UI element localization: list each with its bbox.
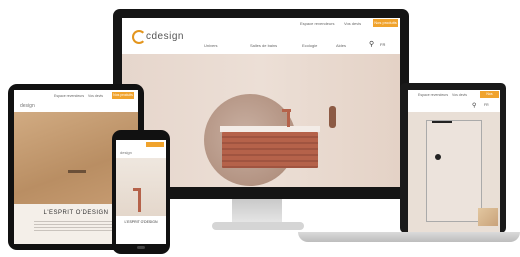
tablet-top-link-quotes[interactable]: Vos devis bbox=[88, 94, 103, 98]
phone-screen: design L'ESPRIT O'DESIGN bbox=[116, 140, 166, 244]
nav-item-bathrooms[interactable]: Salles de bains bbox=[250, 43, 277, 48]
tablet-top-cta-button[interactable]: Nos produits bbox=[112, 92, 134, 99]
tablet-top-link-resellers[interactable]: Espace revendeurs bbox=[54, 94, 84, 98]
site-header: cdesign Espace revendeurs Vos devis Nos … bbox=[122, 18, 400, 54]
laptop-screen: Espace revendeurs Vos devis Nos produits… bbox=[408, 90, 500, 232]
tablet-logo[interactable]: design bbox=[20, 103, 35, 109]
phone-copper-tap-spout bbox=[133, 188, 141, 191]
laptop-top-cta-button[interactable]: Nos produits bbox=[480, 91, 499, 103]
laptop-top-link-quotes[interactable]: Vos devis bbox=[452, 93, 467, 97]
nav-item-help[interactable]: Aides bbox=[336, 43, 346, 48]
nav-item-ecology[interactable]: Ecologie bbox=[302, 43, 317, 48]
phone-hero-image bbox=[116, 158, 166, 216]
search-icon[interactable]: ⚲ bbox=[369, 40, 374, 48]
nav-item-univers[interactable]: Univers bbox=[204, 43, 218, 48]
fluted-vanity-cabinet bbox=[222, 132, 318, 168]
top-link-quotes[interactable]: Vos devis bbox=[344, 21, 361, 26]
shower-drain bbox=[68, 170, 86, 173]
top-cta-button[interactable]: Nos produits bbox=[373, 19, 398, 27]
logo-text: cdesign bbox=[146, 31, 184, 42]
tablet-site-header: Espace revendeurs Vos devis Nos produits… bbox=[14, 90, 138, 113]
phone-copper-tap bbox=[138, 188, 141, 212]
glass-shower-screen bbox=[426, 120, 482, 222]
laptop-base bbox=[298, 232, 520, 242]
laptop-site-header: Espace revendeurs Vos devis Nos produits… bbox=[408, 90, 500, 112]
decor-vase bbox=[329, 106, 336, 128]
phone-home-indicator bbox=[137, 246, 145, 249]
phone-caption: L'ESPRIT O'DESIGN bbox=[124, 220, 158, 224]
phone-cta-button[interactable] bbox=[146, 142, 164, 147]
logo-mark-icon bbox=[132, 30, 146, 44]
laptop-language-selector[interactable]: FR bbox=[484, 103, 489, 107]
language-selector[interactable]: FR bbox=[380, 42, 385, 47]
monitor-base bbox=[212, 222, 304, 230]
search-icon[interactable]: ⚲ bbox=[472, 102, 476, 109]
laptop-top-link-resellers[interactable]: Espace revendeurs bbox=[418, 93, 448, 97]
laptop-thumbnail[interactable] bbox=[478, 208, 498, 226]
top-link-resellers[interactable]: Espace revendeurs bbox=[300, 21, 334, 26]
shower-head bbox=[432, 121, 452, 123]
copper-tap-spout bbox=[282, 109, 291, 112]
phone-logo[interactable]: design bbox=[120, 150, 132, 155]
tablet-body-text bbox=[34, 221, 124, 233]
shower-mixer bbox=[435, 154, 441, 160]
